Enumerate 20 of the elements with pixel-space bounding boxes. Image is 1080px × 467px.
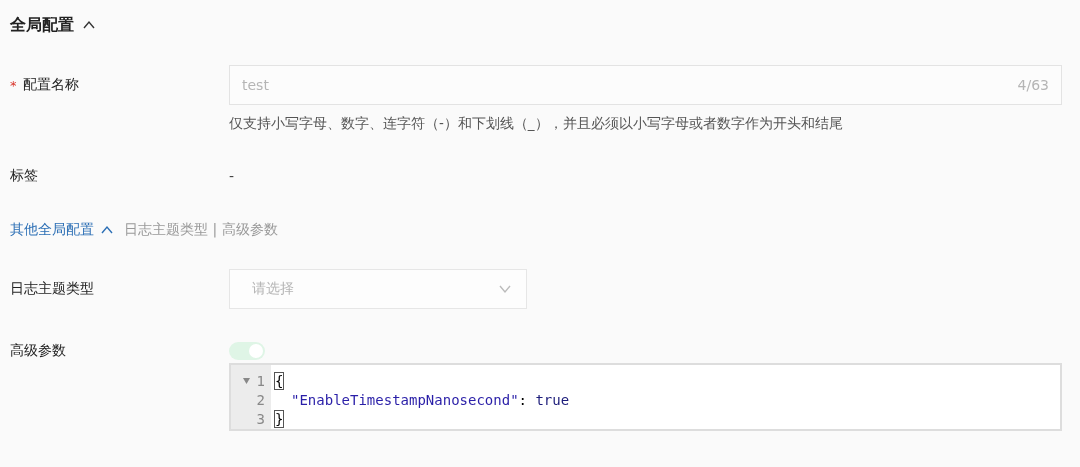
line-number: 2: [256, 391, 265, 408]
code-token: {: [274, 371, 285, 390]
field-label: 配置名称: [22, 75, 79, 94]
line-number: 3: [256, 410, 265, 427]
code-token: }: [274, 409, 285, 428]
subsection-toggle[interactable]: 其他全局配置: [10, 221, 114, 239]
line-number: 1: [256, 372, 265, 389]
field-value: -: [229, 167, 235, 186]
section-title: 全局配置: [10, 14, 74, 36]
code-token: true: [535, 391, 570, 408]
code-editor[interactable]: 1 2 3 { "EnableTimestampNanosecond": true }: [229, 363, 1062, 431]
subsection-summary: 日志主题类型 | 高级参数: [124, 221, 278, 239]
field-label: 标签: [10, 166, 38, 185]
code-token: :: [518, 391, 528, 408]
fold-triangle-icon[interactable]: [242, 377, 250, 384]
field-label: 高级参数: [10, 341, 66, 360]
code-token: "EnableTimestampNanosecond": [291, 391, 519, 408]
hint-text: 仅支持小写字母、数字、连字符（-）和下划线（_），并且必须以小写字母或者数字作为开头和结尾: [229, 115, 844, 133]
field-label: 日志主题类型: [10, 279, 94, 298]
required-mark: *: [10, 77, 17, 93]
